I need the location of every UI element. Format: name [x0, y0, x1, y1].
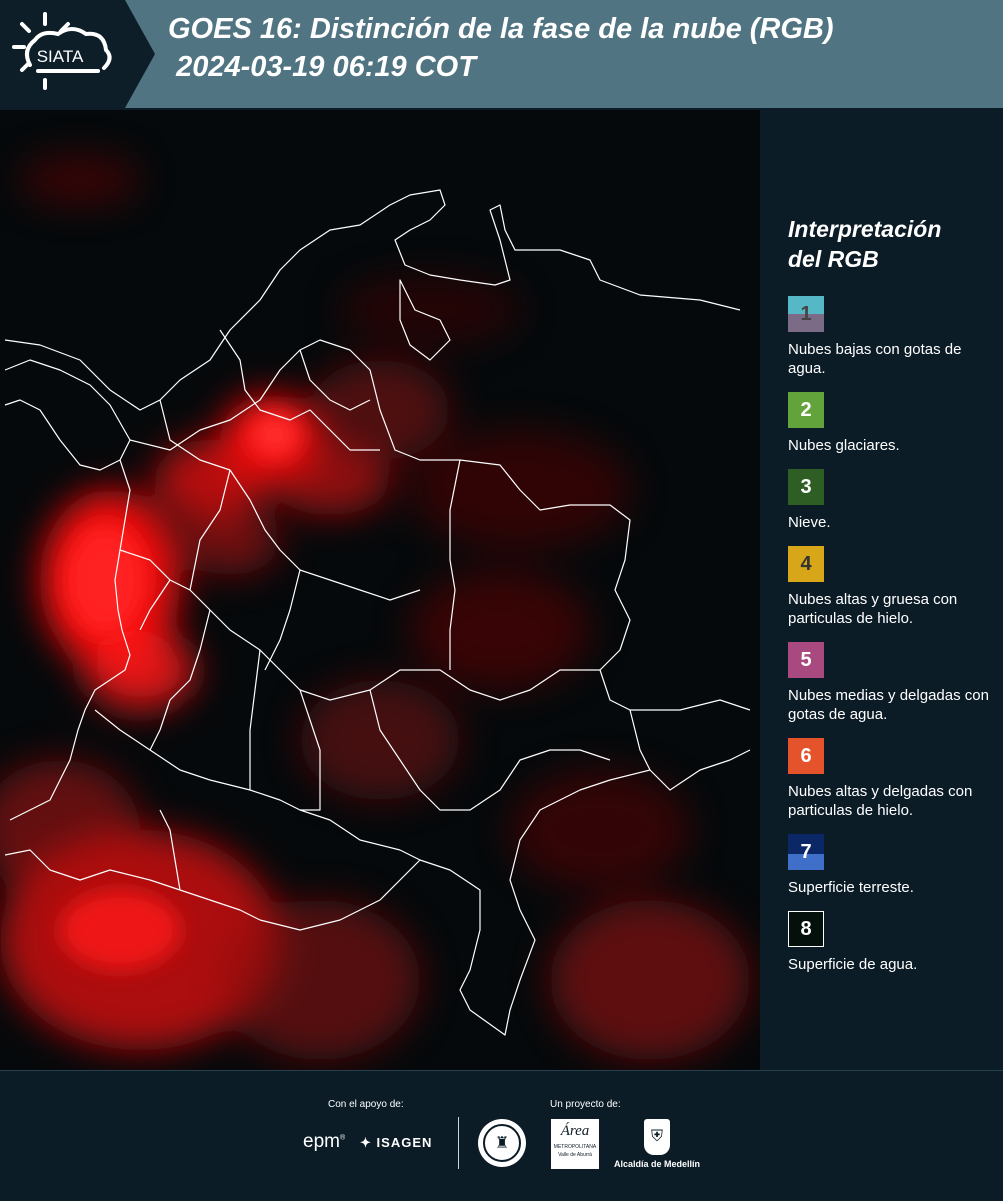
title-line-2: 2024-03-19 06:19 COT [176, 51, 476, 83]
legend-item-1: 1 Nubes bajas con gotas de agua. [788, 296, 993, 378]
legend-swatch: 4 [788, 546, 824, 582]
legend-item-2: 2 Nubes glaciares. [788, 392, 993, 455]
footer-divider [458, 1117, 459, 1169]
legend-label: Nubes altas y gruesa con particulas de h… [788, 591, 958, 627]
legend-item-7: 7 Superficie terreste. [788, 834, 993, 897]
legend-swatch: 1 [788, 296, 824, 332]
footer-sponsors: Con el apoyo de: Un proyecto de: epm® ✦ … [0, 1070, 1003, 1201]
alcaldia-text: Alcaldía de Medellín [613, 1159, 701, 1169]
logo-text: SIATA [37, 47, 84, 66]
legend-swatch: 8 [788, 911, 824, 947]
legend-swatch: 7 [788, 834, 824, 870]
header-bar: SIATA GOES 16: Distinción de la fase de … [0, 0, 1003, 108]
isagen-logo: ✦ ISAGEN [360, 1135, 432, 1151]
legend-label: Nubes bajas con gotas de agua. [788, 341, 962, 377]
siata-logo: SIATA [0, 0, 155, 108]
legend-label: Nubes medias y delgadas con gotas de agu… [788, 687, 989, 723]
legend-label: Superficie de agua. [788, 956, 918, 973]
metro-sub2: Valle de Aburrá [558, 1152, 592, 1158]
legend-title-line-2: del RGB [788, 246, 879, 272]
area-metropolitana-logo: Área METROPOLITANA Valle de Aburrá [551, 1119, 599, 1169]
legend-label: Superficie terreste. [788, 879, 914, 896]
legend-swatch: 6 [788, 738, 824, 774]
epm-logo: epm® [303, 1131, 346, 1152]
metro-name: Área [560, 1123, 590, 1139]
legend-label: Nubes altas y delgadas con particulas de… [788, 783, 973, 819]
legend-title: Interpretación del RGB [788, 214, 993, 274]
support-label: Con el apoyo de: [328, 1099, 404, 1110]
sun-cloud-icon: SIATA [12, 12, 112, 90]
alcaldia-logo: ⛨ Alcaldía de Medellín [612, 1119, 702, 1169]
legend-item-3: 3 Nieve. [788, 469, 993, 532]
seal-logo: ♜ [478, 1119, 526, 1167]
legend-item-6: 6 Nubes altas y delgadas con particulas … [788, 738, 993, 820]
legend-swatch: 2 [788, 392, 824, 428]
legend-swatch: 5 [788, 642, 824, 678]
legend-item-5: 5 Nubes medias y delgadas con gotas de a… [788, 642, 993, 724]
page-title: GOES 16: Distinción de la fase de la nub… [168, 10, 834, 86]
legend-label: Nieve. [788, 514, 831, 531]
isagen-icon: ✦ [360, 1135, 372, 1150]
legend-title-line-1: Interpretación [788, 216, 942, 242]
legend-panel: Interpretación del RGB 1 Nubes bajas con… [788, 214, 993, 988]
metro-sub: METROPOLITANA [553, 1144, 597, 1150]
map-image [0, 110, 760, 1070]
title-line-1: GOES 16: Distinción de la fase de la nub… [168, 13, 834, 45]
legend-swatch: 3 [788, 469, 824, 505]
isagen-text: ISAGEN [376, 1135, 433, 1150]
epm-text: epm [303, 1131, 340, 1152]
legend-item-8: 8 Superficie de agua. [788, 911, 993, 974]
legend-label: Nubes glaciares. [788, 437, 900, 454]
satellite-map[interactable] [0, 110, 760, 1070]
legend-item-4: 4 Nubes altas y gruesa con particulas de… [788, 546, 993, 628]
project-label: Un proyecto de: [550, 1099, 621, 1110]
coat-of-arms-icon: ⛨ [644, 1119, 670, 1155]
shield-icon: ♜ [483, 1124, 521, 1162]
